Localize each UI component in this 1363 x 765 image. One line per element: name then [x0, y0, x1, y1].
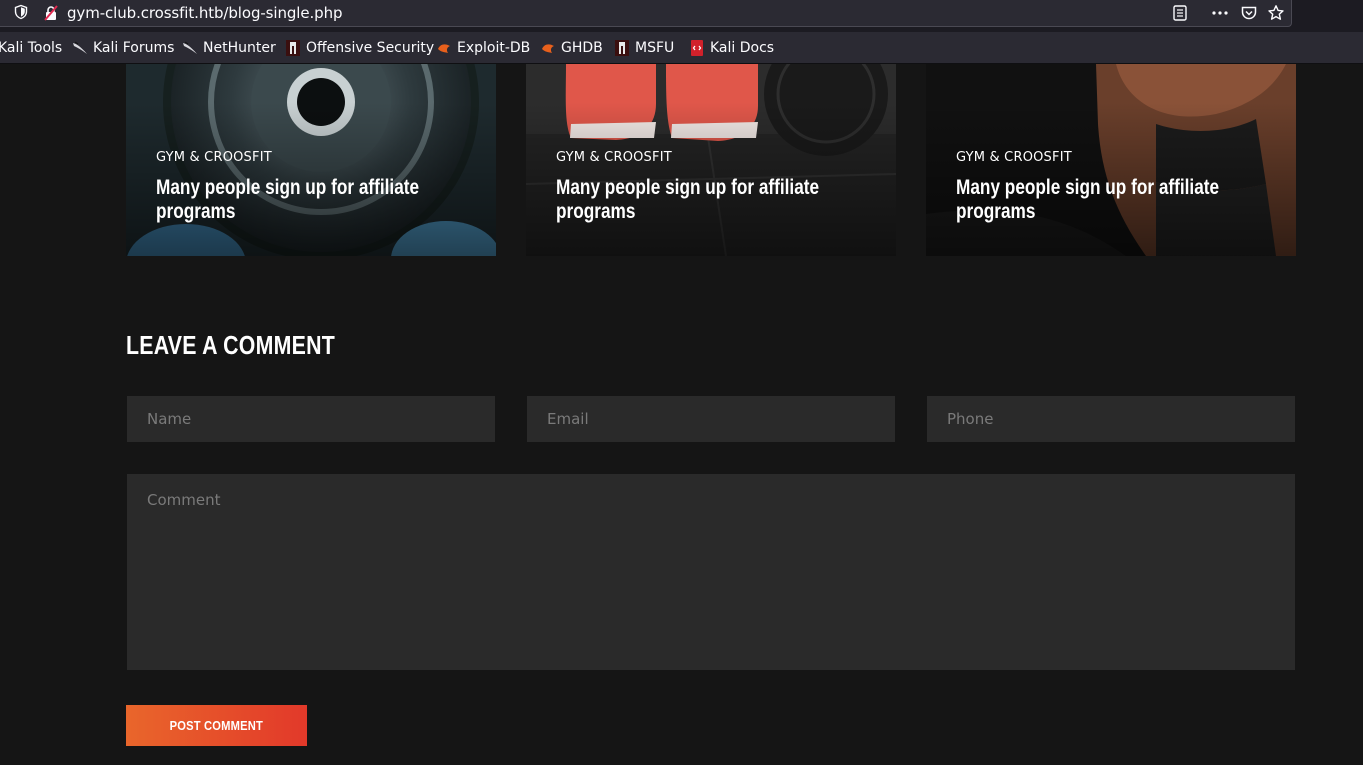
page-content: GYM & CROOSFIT Many people sign up for a… — [0, 64, 1363, 765]
post-title[interactable]: Many people sign up for affiliate progra… — [156, 176, 451, 224]
bookmark-star-icon[interactable] — [1267, 4, 1285, 22]
bookmark-exploit-db[interactable]: Exploit-DB — [436, 39, 530, 57]
post-comment-label: POST COMMENT — [169, 718, 264, 733]
email-input[interactable] — [527, 396, 895, 442]
bookmark-kali-forums[interactable]: Kali Forums — [72, 39, 174, 57]
bookmark-ghdb[interactable]: GHDB — [540, 39, 603, 57]
related-post-card[interactable]: GYM & CROOSFIT Many people sign up for a… — [526, 64, 896, 256]
comment-textarea[interactable] — [127, 474, 1295, 670]
tracking-protection-shield-icon[interactable] — [13, 4, 29, 20]
bookmark-label: Kali Forums — [93, 40, 175, 56]
bookmark-label: Offensive Security — [306, 40, 435, 56]
pocket-icon[interactable] — [1240, 4, 1258, 22]
offsec-icon — [615, 40, 629, 56]
insecure-connection-icon[interactable] — [43, 5, 59, 21]
post-category[interactable]: GYM & CROOSFIT — [156, 150, 272, 165]
kali-docs-icon — [691, 40, 703, 56]
post-category[interactable]: GYM & CROOSFIT — [956, 150, 1072, 165]
related-post-card[interactable]: GYM & CROOSFIT Many people sign up for a… — [926, 64, 1296, 256]
bookmark-label: GHDB — [561, 40, 603, 56]
kali-dragon-icon — [73, 41, 87, 54]
bookmark-nethunter[interactable]: NetHunter — [182, 39, 276, 57]
bookmark-offensive-security[interactable]: Offensive Security — [285, 39, 434, 57]
post-category[interactable]: GYM & CROOSFIT — [556, 150, 672, 165]
bookmark-label: Exploit-DB — [457, 40, 531, 56]
bookmark-label: NetHunter — [203, 40, 276, 56]
bookmark-msfu[interactable]: MSFU — [614, 39, 674, 57]
exploitdb-icon — [438, 44, 450, 53]
bookmark-label: MSFU — [635, 40, 675, 56]
bookmark-label: Kali Tools — [0, 40, 63, 56]
post-title[interactable]: Many people sign up for affiliate progra… — [556, 176, 851, 224]
offsec-icon — [286, 40, 300, 56]
bookmark-kali-tools[interactable]: Kali Tools — [0, 39, 62, 57]
browser-toolbar: gym-club.crossfit.htb/blog-single.php — [0, 0, 1363, 32]
phone-input[interactable] — [927, 396, 1295, 442]
page-actions-menu-icon[interactable] — [1211, 4, 1229, 22]
related-post-card[interactable]: GYM & CROOSFIT Many people sign up for a… — [126, 64, 496, 256]
post-title[interactable]: Many people sign up for affiliate progra… — [956, 176, 1251, 224]
bookmark-kali-docs[interactable]: Kali Docs — [689, 39, 774, 57]
bookmarks-toolbar: Kali Tools Kali Forums NetHunter Offensi… — [0, 32, 1363, 64]
bookmark-label: Kali Docs — [710, 40, 775, 56]
post-comment-button[interactable]: POST COMMENT — [126, 705, 307, 746]
name-input[interactable] — [127, 396, 495, 442]
address-bar[interactable]: gym-club.crossfit.htb/blog-single.php — [0, 0, 1292, 27]
url-text[interactable]: gym-club.crossfit.htb/blog-single.php — [67, 4, 343, 22]
kali-dragon-icon — [183, 41, 197, 54]
reader-view-icon[interactable] — [1171, 4, 1189, 22]
comment-heading: LEAVE A COMMENT — [126, 330, 335, 360]
exploitdb-icon — [542, 44, 554, 53]
